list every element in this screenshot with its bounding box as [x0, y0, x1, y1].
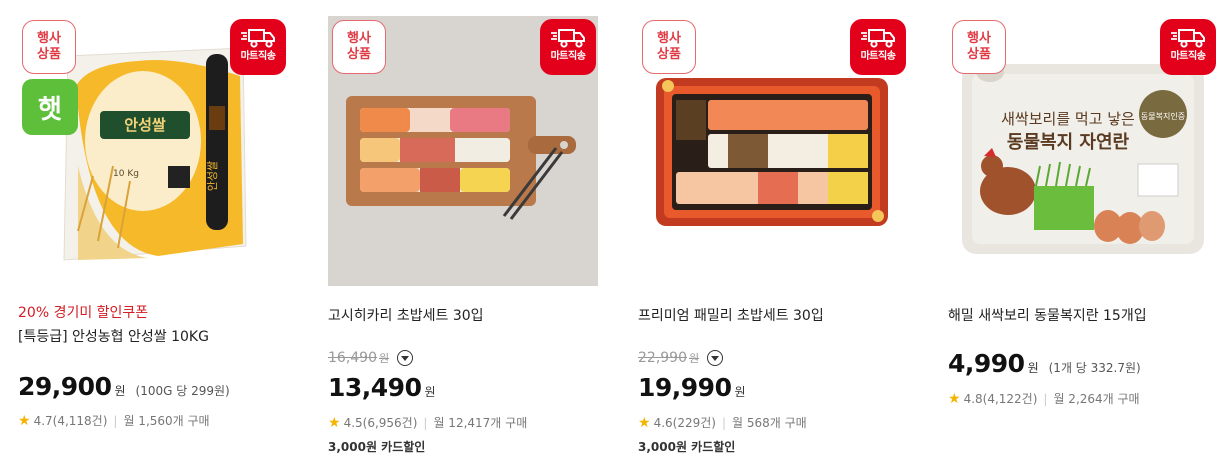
currency-unit: 원: [114, 384, 126, 398]
product-card[interactable]: 안성쌀 안성쌀 10 Kg 행사 상품 마트직송 햇 20% 경기미 할인쿠폰 …: [18, 0, 308, 465]
currency-unit: 원: [1027, 361, 1039, 375]
product-name[interactable]: 프리미엄 패밀리 초밥세트 30입: [638, 305, 824, 325]
rating-value: 4.7(4,118건): [33, 414, 108, 428]
unit-price: (1개 당 332.7원): [1048, 361, 1141, 375]
product-name[interactable]: 해밀 새싹보리 동물복지란 15개입: [948, 305, 1147, 325]
price-row: 13,490 원: [328, 373, 436, 402]
original-price-row: 16,490 원: [328, 350, 414, 366]
chevron-down-icon[interactable]: [707, 350, 724, 366]
sale-price: 19,990: [638, 373, 732, 402]
currency-unit: 원: [734, 385, 746, 399]
divider: |: [423, 415, 428, 430]
original-price-row: 22,990 원: [638, 350, 724, 366]
delivery-truck-icon: [1171, 29, 1205, 48]
price-row: 19,990 원: [638, 373, 746, 402]
star-icon: ★: [328, 414, 341, 431]
divider: |: [721, 415, 727, 430]
sale-price: 13,490: [328, 373, 422, 402]
price-row: 4,990 원 (1개 당 332.7원): [948, 349, 1141, 378]
mart-direct-shipping-badge: 마트직송: [1160, 19, 1216, 75]
card-discount-text: 3,000원 카드할인: [328, 440, 426, 454]
rating-value: 4.6(229건): [653, 416, 716, 430]
unit-price: (100G 당 299원): [135, 384, 230, 398]
product-name[interactable]: [특등급] 안성농협 안성쌀 10KG: [18, 326, 209, 346]
monthly-purchases: 월 2,264개 구매: [1053, 392, 1140, 406]
package-title-line2: 동물복지 자연란: [1007, 132, 1130, 153]
rating-row: ★ 4.7(4,118건) | 월 1,560개 구매: [18, 412, 210, 429]
coupon-promo-text[interactable]: 20% 경기미 할인쿠폰: [18, 302, 148, 322]
event-product-badge: 행사 상품: [642, 20, 696, 74]
package-weight: 10 Kg: [113, 169, 139, 179]
rating-row: ★ 4.5(6,956건) | 월 12,417개 구매: [328, 414, 527, 431]
chevron-down-icon[interactable]: [397, 350, 414, 366]
divider: |: [113, 413, 118, 428]
currency-unit: 원: [424, 385, 436, 399]
star-icon: ★: [18, 412, 31, 429]
delivery-truck-icon: [861, 29, 895, 48]
original-price: 16,490: [328, 350, 377, 366]
rating-value: 4.8(4,122건): [963, 392, 1038, 406]
sushi-rows: [360, 108, 510, 192]
welfare-cert-label: 동물복지인증: [1141, 111, 1185, 121]
product-card[interactable]: 행사 상품 마트직송 고시히카리 초밥세트 30입 16,490 원 13,49…: [328, 0, 618, 465]
mart-direct-shipping-badge: 마트직송: [540, 19, 596, 75]
package-side-text: 안성쌀: [206, 161, 219, 191]
event-product-badge: 행사 상품: [952, 20, 1006, 74]
delivery-truck-icon: [241, 29, 275, 48]
delivery-truck-icon: [551, 29, 585, 48]
star-icon: ★: [948, 390, 961, 407]
sale-price: 4,990: [948, 349, 1025, 378]
product-grid: 안성쌀 안성쌀 10 Kg 행사 상품 마트직송 햇 20% 경기미 할인쿠폰 …: [0, 0, 1224, 465]
original-currency-unit: 원: [689, 352, 700, 365]
rating-row: ★ 4.6(229건) | 월 568개 구매: [638, 414, 807, 431]
rating-row: ★ 4.8(4,122건) | 월 2,264개 구매: [948, 390, 1140, 407]
product-card[interactable]: 새싹보리를 먹고 낳은 동물복지 자연란 동물복지인증 행사 상품 마트직송 해…: [948, 0, 1224, 465]
product-card[interactable]: 행사 상품 마트직송 프리미엄 패밀리 초밥세트 30입 22,990 원 19…: [638, 0, 928, 465]
monthly-purchases: 월 1,560개 구매: [123, 414, 210, 428]
original-price: 22,990: [638, 350, 687, 366]
monthly-purchases: 월 568개 구매: [732, 416, 807, 430]
mart-direct-shipping-badge: 마트직송: [230, 19, 286, 75]
price-row: 29,900 원 (100G 당 299원): [18, 372, 230, 401]
monthly-purchases: 월 12,417개 구매: [433, 416, 528, 430]
package-title: 안성쌀: [124, 116, 166, 134]
new-crop-badge: 햇: [22, 79, 78, 135]
original-currency-unit: 원: [379, 352, 390, 365]
sale-price: 29,900: [18, 372, 112, 401]
divider: |: [1043, 391, 1048, 406]
event-product-badge: 행사 상품: [332, 20, 386, 74]
card-discount-text: 3,000원 카드할인: [638, 440, 736, 454]
star-icon: ★: [638, 414, 651, 431]
event-product-badge: 행사 상품: [22, 20, 76, 74]
rating-value: 4.5(6,956건): [343, 416, 418, 430]
mart-direct-shipping-badge: 마트직송: [850, 19, 906, 75]
package-title-line1: 새싹보리를 먹고 낳은: [1001, 110, 1135, 128]
product-name[interactable]: 고시히카리 초밥세트 30입: [328, 305, 484, 325]
